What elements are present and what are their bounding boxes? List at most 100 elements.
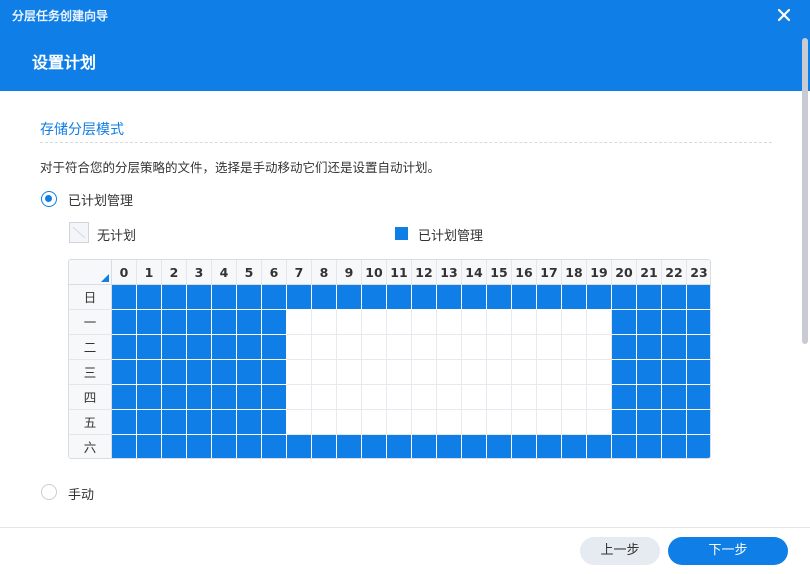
schedule-cell[interactable] xyxy=(237,360,262,385)
schedule-cell[interactable] xyxy=(562,435,587,458)
schedule-cell[interactable] xyxy=(287,435,312,458)
schedule-cell[interactable] xyxy=(362,435,387,458)
schedule-cell[interactable] xyxy=(137,435,162,458)
hour-label[interactable]: 18 xyxy=(562,260,587,285)
day-label[interactable]: 一 xyxy=(69,310,112,335)
schedule-cell[interactable] xyxy=(637,410,662,435)
day-label[interactable]: 五 xyxy=(69,410,112,435)
schedule-cell[interactable] xyxy=(387,335,412,360)
schedule-cell[interactable] xyxy=(187,360,212,385)
schedule-cell[interactable] xyxy=(437,335,462,360)
hour-label[interactable]: 13 xyxy=(437,260,462,285)
schedule-cell[interactable] xyxy=(587,385,612,410)
schedule-cell[interactable] xyxy=(537,435,562,458)
scrollbar-thumb[interactable] xyxy=(802,38,808,344)
schedule-cell[interactable] xyxy=(137,360,162,385)
schedule-cell[interactable] xyxy=(387,410,412,435)
schedule-cell[interactable] xyxy=(437,385,462,410)
schedule-cell[interactable] xyxy=(587,285,612,310)
schedule-cell[interactable] xyxy=(262,385,287,410)
day-label[interactable]: 三 xyxy=(69,360,112,385)
schedule-cell[interactable] xyxy=(412,360,437,385)
schedule-cell[interactable] xyxy=(337,335,362,360)
schedule-cell[interactable] xyxy=(562,335,587,360)
schedule-cell[interactable] xyxy=(437,360,462,385)
schedule-cell[interactable] xyxy=(687,285,710,310)
schedule-cell[interactable] xyxy=(662,285,687,310)
schedule-cell[interactable] xyxy=(112,360,137,385)
schedule-cell[interactable] xyxy=(512,410,537,435)
schedule-cell[interactable] xyxy=(537,360,562,385)
hour-label[interactable]: 15 xyxy=(487,260,512,285)
schedule-grid[interactable]: 0 1 2 3 4 5 6 7 8 9 10 11 12 13 14 15 16 17 18 19 20 21 22 23 日一… xyxy=(68,259,711,459)
schedule-cell[interactable] xyxy=(387,435,412,458)
hour-label[interactable]: 2 xyxy=(162,260,187,285)
schedule-cell[interactable] xyxy=(112,385,137,410)
next-button[interactable]: 下一步 xyxy=(668,537,788,565)
schedule-cell[interactable] xyxy=(262,310,287,335)
schedule-cell[interactable] xyxy=(187,435,212,458)
hour-label[interactable]: 16 xyxy=(512,260,537,285)
hour-label[interactable]: 8 xyxy=(312,260,337,285)
schedule-cell[interactable] xyxy=(587,410,612,435)
schedule-cell[interactable] xyxy=(137,410,162,435)
schedule-cell[interactable] xyxy=(412,335,437,360)
schedule-cell[interactable] xyxy=(237,310,262,335)
schedule-cell[interactable] xyxy=(562,310,587,335)
schedule-cell[interactable] xyxy=(687,435,710,458)
schedule-cell[interactable] xyxy=(112,435,137,458)
schedule-cell[interactable] xyxy=(587,435,612,458)
hour-label[interactable]: 4 xyxy=(212,260,237,285)
schedule-cell[interactable] xyxy=(462,310,487,335)
schedule-cell[interactable] xyxy=(487,410,512,435)
schedule-cell[interactable] xyxy=(612,435,637,458)
schedule-cell[interactable] xyxy=(262,335,287,360)
schedule-cell[interactable] xyxy=(187,310,212,335)
radio-scheduled[interactable] xyxy=(41,191,57,207)
hour-label[interactable]: 3 xyxy=(187,260,212,285)
schedule-cell[interactable] xyxy=(612,385,637,410)
close-button[interactable] xyxy=(772,3,796,27)
schedule-cell[interactable] xyxy=(312,385,337,410)
schedule-cell[interactable] xyxy=(262,360,287,385)
hour-label[interactable]: 14 xyxy=(462,260,487,285)
schedule-cell[interactable] xyxy=(187,385,212,410)
schedule-cell[interactable] xyxy=(512,310,537,335)
schedule-cell[interactable] xyxy=(237,410,262,435)
schedule-cell[interactable] xyxy=(637,335,662,360)
hour-label[interactable]: 1 xyxy=(137,260,162,285)
schedule-cell[interactable] xyxy=(437,410,462,435)
schedule-cell[interactable] xyxy=(312,310,337,335)
schedule-cell[interactable] xyxy=(337,285,362,310)
hour-label[interactable]: 11 xyxy=(387,260,412,285)
schedule-cell[interactable] xyxy=(412,310,437,335)
schedule-cell[interactable] xyxy=(462,335,487,360)
schedule-cell[interactable] xyxy=(112,285,137,310)
schedule-cell[interactable] xyxy=(662,410,687,435)
schedule-cell[interactable] xyxy=(537,335,562,360)
schedule-cell[interactable] xyxy=(162,310,187,335)
schedule-cell[interactable] xyxy=(137,310,162,335)
hour-label[interactable]: 22 xyxy=(662,260,687,285)
schedule-cell[interactable] xyxy=(662,335,687,360)
schedule-cell[interactable] xyxy=(162,335,187,360)
schedule-cell[interactable] xyxy=(387,285,412,310)
prev-button[interactable]: 上一步 xyxy=(580,537,660,565)
schedule-cell[interactable] xyxy=(362,360,387,385)
schedule-cell[interactable] xyxy=(362,285,387,310)
schedule-cell[interactable] xyxy=(462,385,487,410)
schedule-cell[interactable] xyxy=(587,335,612,360)
schedule-cell[interactable] xyxy=(137,285,162,310)
hour-label[interactable]: 17 xyxy=(537,260,562,285)
schedule-cell[interactable] xyxy=(337,385,362,410)
schedule-cell[interactable] xyxy=(537,385,562,410)
schedule-cell[interactable] xyxy=(487,385,512,410)
schedule-cell[interactable] xyxy=(362,310,387,335)
schedule-cell[interactable] xyxy=(212,310,237,335)
schedule-cell[interactable] xyxy=(637,385,662,410)
schedule-cell[interactable] xyxy=(262,285,287,310)
schedule-cell[interactable] xyxy=(412,385,437,410)
hour-label[interactable]: 10 xyxy=(362,260,387,285)
schedule-cell[interactable] xyxy=(487,360,512,385)
schedule-cell[interactable] xyxy=(237,385,262,410)
